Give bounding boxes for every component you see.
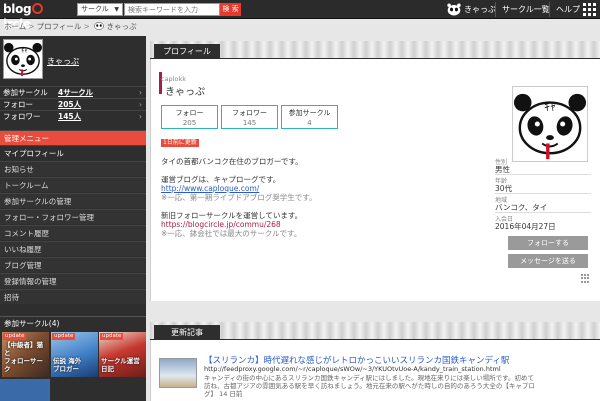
- profile-desc-line: タイの首都バンコク在住のブロガーです。: [161, 157, 303, 166]
- circle-caption: サークル運営 日記: [101, 357, 140, 373]
- stat-label: フォロー: [175, 109, 204, 117]
- profile-name: きゃっぷ: [165, 87, 205, 98]
- divider: [495, 174, 591, 175]
- circle-caption: 【中級者】猫と フォローサーク: [4, 341, 43, 373]
- user-id: caplokk: [161, 75, 186, 83]
- articles-panel: 【スリランカ】時代遅れな感じがレトロかっこいいスリランカ国鉄キャンディ駅 htt…: [150, 340, 600, 401]
- stat-circles[interactable]: 参加サークル 4サークル ›: [0, 86, 146, 98]
- profile-tab-header: プロフィール: [150, 41, 600, 59]
- sidebar-avatar[interactable]: ｷｬ: [3, 39, 43, 79]
- stat-value: 145: [242, 119, 257, 127]
- stat-label: フォロワー: [232, 109, 267, 117]
- breadcrumb: ホーム > プロフィール > きゃっぷ: [4, 22, 137, 31]
- update-badge: update: [100, 333, 124, 340]
- svg-text:ｷｬ: ｷｬ: [21, 46, 28, 54]
- info-value: 2016年04月27日: [495, 222, 556, 231]
- joined-circles-title: 参加サークル(4): [0, 316, 146, 330]
- circle-caption: 伝説 海外 ブロガー: [53, 357, 82, 373]
- update-tag: 1日前に更新: [161, 139, 199, 147]
- circle-tile[interactable]: update サークル運営 日記: [99, 332, 146, 377]
- stat-label: 参加サークル: [288, 109, 331, 117]
- chevron-right-icon: ›: [139, 112, 142, 121]
- more-grid-icon[interactable]: [581, 274, 590, 283]
- menu-notifications[interactable]: お知らせ: [0, 161, 146, 176]
- divider: [495, 212, 591, 213]
- article-url[interactable]: http://feedproxy.google.com/~r/caploque/…: [204, 365, 501, 373]
- divider: [495, 193, 591, 194]
- breadcrumb-current: きゃっぷ: [106, 22, 137, 31]
- menu-like-history[interactable]: いいね履歴: [0, 241, 146, 256]
- search-button[interactable]: 検 索: [220, 3, 241, 16]
- articles-tab-header: 更新記事: [150, 322, 600, 340]
- chevron-down-icon: ▼: [114, 6, 119, 13]
- menu-invite[interactable]: 招待: [0, 289, 146, 304]
- search-input[interactable]: [124, 3, 220, 16]
- article-excerpt: グ】 14 日前: [204, 390, 243, 398]
- panda-avatar-icon: [94, 22, 104, 30]
- sidebar-profile: ｷｬ きゃっぷ: [0, 36, 146, 86]
- sidebar-user-name[interactable]: きゃっぷ: [47, 56, 79, 67]
- profile-avatar: ｷｬ: [512, 86, 588, 162]
- stat-value: 145人: [58, 112, 82, 121]
- follower-count-box[interactable]: フォロワー 145: [221, 105, 278, 129]
- sidebar: ｷｬ きゃっぷ 参加サークル 4サークル › フォロー 205人 › フォロワー 145人…: [0, 36, 146, 401]
- update-badge: update: [3, 333, 27, 340]
- search-category-value: サークル: [81, 5, 109, 13]
- menu-my-profile[interactable]: マイプロフィール: [0, 145, 146, 160]
- circle-count-box[interactable]: 参加サークル 4: [281, 105, 338, 129]
- article-excerpt: 訪ね、古都アジアの雰囲気ある駅を早く訪ねましょう。地元在来の駅へがた時しの自的の…: [204, 382, 535, 390]
- top-navbar: blogircle サークル ▼ 検 索 きゃっぷ サークル一覧 ヘルプ: [0, 0, 600, 31]
- menu-circle-manage[interactable]: 参加サークルの管理: [0, 193, 146, 208]
- circle-list-link[interactable]: サークル一覧: [495, 2, 550, 17]
- search-category-select[interactable]: サークル ▼: [77, 3, 123, 16]
- svg-text:ｷｬ: ｷｬ: [544, 99, 556, 113]
- top-user-name: きゃっぷ: [464, 5, 496, 14]
- tab-updated-articles[interactable]: 更新記事: [154, 325, 220, 340]
- menu-blog-manage[interactable]: ブログ管理: [0, 257, 146, 272]
- circle-tile[interactable]: update 【中級者】猫と フォローサーク: [2, 332, 49, 377]
- circle-link[interactable]: https://blogcircle.jp/commu/268: [161, 220, 281, 229]
- stat-label: フォロワー: [3, 112, 41, 121]
- profile-panel: caplokk きゃっぷ フォロー 205 フォロワー 145 参加サークル 4 1日…: [150, 59, 600, 301]
- update-badge: update: [52, 333, 76, 340]
- stat-follow[interactable]: フォロー 205人 ›: [0, 98, 146, 110]
- menu-comment-history[interactable]: コメント履歴: [0, 225, 146, 240]
- article-thumbnail[interactable]: [159, 358, 197, 388]
- profile-desc-line: ※一応、第一期ライブドアブログ奨学生です。: [161, 193, 317, 202]
- help-link[interactable]: ヘルプ: [549, 2, 580, 17]
- profile-desc-line: 運営ブログは、キャプローグです。: [161, 175, 281, 184]
- follow-count-box[interactable]: フォロー 205: [161, 105, 218, 129]
- article-excerpt: キャンディの街の中心にあるスリランカ国鉄キャンディ駅にはしました。現地在来りには…: [204, 374, 534, 382]
- breadcrumb-home[interactable]: ホーム: [4, 22, 26, 31]
- blogcircle-logo[interactable]: blogircle: [3, 2, 71, 31]
- follow-button[interactable]: フォローする: [508, 236, 588, 250]
- stat-value: 205: [182, 119, 197, 127]
- panda-face-icon: ｷｬ: [4, 42, 42, 77]
- grid-menu-icon[interactable]: [583, 3, 596, 16]
- profile-desc-line: ※一応、鉢会社では最大のサークルです。: [161, 229, 302, 238]
- blog-link[interactable]: http://www.caploque.com/: [161, 184, 259, 193]
- stat-follower[interactable]: フォロワー 145人 ›: [0, 110, 146, 122]
- panda-face-icon: ｷｬ: [513, 93, 587, 160]
- circle-tile[interactable]: update 伝説 海外 ブロガー: [51, 332, 98, 377]
- circle-tile[interactable]: [0, 379, 50, 401]
- tab-profile[interactable]: プロフィール: [154, 44, 220, 59]
- breadcrumb-profile[interactable]: プロフィール: [37, 22, 82, 31]
- stat-value: 4: [307, 119, 312, 127]
- menu-talk-room[interactable]: トークルーム: [0, 177, 146, 192]
- send-message-button[interactable]: メッセージを送る: [508, 254, 588, 268]
- panda-avatar-icon: [447, 3, 461, 16]
- top-user-menu[interactable]: きゃっぷ: [447, 2, 496, 17]
- menu-follow-manage[interactable]: フォロー・フォロワー管理: [0, 209, 146, 224]
- menu-account-manage[interactable]: 登録情報の管理: [0, 273, 146, 288]
- profile-desc-line: 新旧フォローサークルを運営しています。: [161, 211, 303, 220]
- menu-header: 管理メニュー: [0, 130, 146, 145]
